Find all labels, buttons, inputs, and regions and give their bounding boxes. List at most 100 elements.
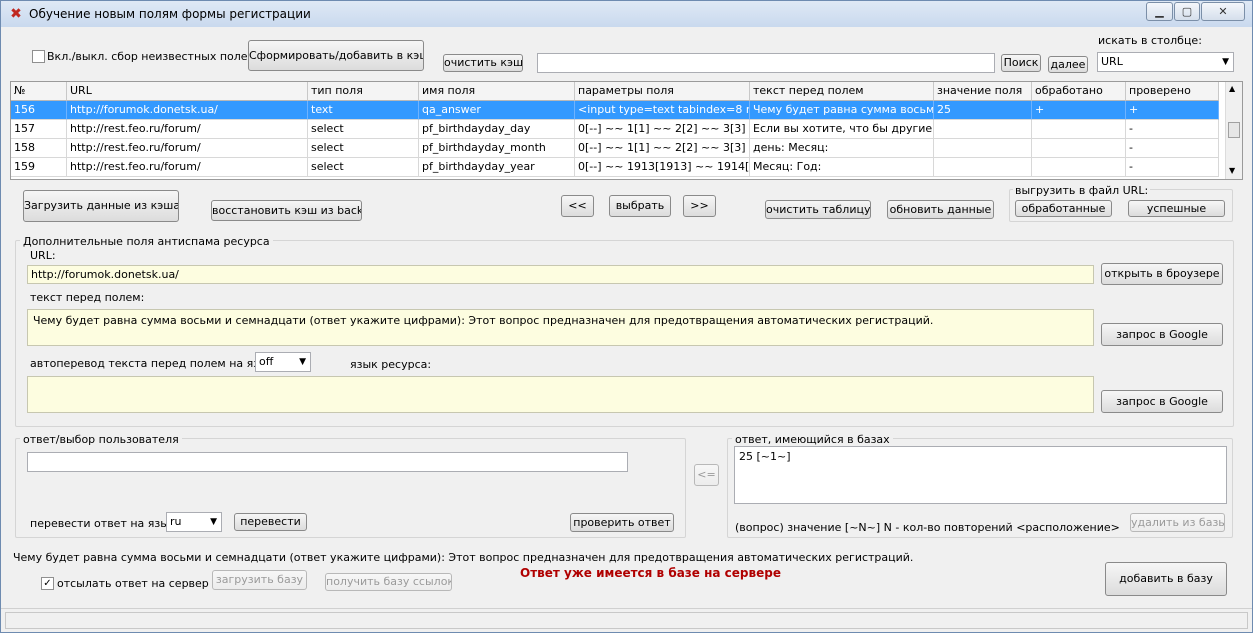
column-header[interactable]: обработано: [1032, 82, 1126, 101]
cell-processed: [1032, 120, 1126, 139]
export-processed-button[interactable]: обработанные: [1015, 200, 1112, 217]
export-group-label: выгрузить в файл URL:: [1013, 184, 1151, 197]
scroll-up-icon[interactable]: ▲: [1229, 84, 1235, 93]
resource-lang-field[interactable]: [27, 376, 1094, 413]
delete-from-db-button[interactable]: удалить из базы: [1130, 513, 1225, 532]
window-title: Обучение новым полям формы регистрации: [29, 7, 311, 21]
status-panel: [5, 612, 1248, 629]
table-header: № URL тип поля имя поля параметры поля т…: [11, 82, 1226, 101]
cell-text-before: Месяц: Год:: [750, 158, 934, 177]
table-row[interactable]: 156 http://forumok.donetsk.ua/ text qa_a…: [11, 101, 1226, 120]
cell-url: http://rest.feo.ru/forum/: [67, 158, 308, 177]
cell-url: http://forumok.donetsk.ua/: [67, 101, 308, 120]
column-header[interactable]: проверено: [1126, 82, 1219, 101]
cell-processed: [1032, 158, 1126, 177]
cell-type: select: [308, 120, 419, 139]
question-text: Чему будет равна сумма восьми и семнадца…: [13, 551, 914, 564]
cell-name: pf_birthdayday_day: [419, 120, 575, 139]
app-icon: ✖: [10, 6, 22, 22]
scroll-thumb[interactable]: [1228, 122, 1240, 138]
column-header[interactable]: URL: [67, 82, 308, 101]
search-column-value: URL: [1101, 55, 1123, 68]
cell-processed: [1032, 139, 1126, 158]
cell-params: <input type=text tabindex=8 name=: [575, 101, 750, 120]
google-query2-button[interactable]: запрос в Google: [1101, 390, 1223, 413]
column-header[interactable]: текст перед полем: [750, 82, 934, 101]
cell-params: 0[--] ~~ 1[1] ~~ 2[2] ~~ 3[3] ~~ 4: [575, 139, 750, 158]
url-field[interactable]: http://forumok.donetsk.ua/: [27, 265, 1094, 284]
minimize-button[interactable]: ▁: [1146, 2, 1173, 21]
add-to-db-button[interactable]: добавить в базу: [1105, 562, 1227, 596]
text-before-label: текст перед полем:: [30, 291, 145, 304]
status-message: Ответ уже имеется в базе на сервере: [520, 566, 781, 580]
column-header[interactable]: №: [11, 82, 67, 101]
cell-params: 0[--] ~~ 1[1] ~~ 2[2] ~~ 3[3] ~~ 4: [575, 120, 750, 139]
get-links-db-button[interactable]: получить базу ссылок: [325, 573, 452, 591]
text-before-field[interactable]: Чему будет равна сумма восьми и семнадца…: [27, 309, 1094, 346]
cell-text-before: Чему будет равна сумма восьми и с: [750, 101, 934, 120]
chevron-down-icon: ▼: [299, 357, 306, 367]
user-answer-input[interactable]: [27, 452, 628, 472]
autotranslate-value: off: [259, 355, 274, 368]
scroll-down-icon[interactable]: ▼: [1229, 166, 1235, 175]
translate-lang-value: ru: [170, 515, 182, 528]
toggle-unknown-checkbox[interactable]: [32, 50, 45, 63]
check-answer-button[interactable]: проверить ответ: [570, 513, 674, 532]
chevron-down-icon: ▼: [210, 517, 217, 527]
title-bar: ✖ Обучение новым полям формы регистрации…: [1, 1, 1252, 27]
send-answer-checkbox[interactable]: ✓: [41, 577, 54, 590]
next-page-button[interactable]: >>: [683, 195, 716, 217]
db-answer-group-label: ответ, имеющийся в базах: [732, 433, 893, 446]
cell-value: 25: [934, 101, 1032, 120]
column-header[interactable]: значение поля: [934, 82, 1032, 101]
search-input[interactable]: [537, 53, 995, 73]
open-browser-button[interactable]: открыть в броузере: [1101, 263, 1223, 285]
cell-checked: -: [1126, 120, 1219, 139]
antispam-group-label: Дополнительные поля антиспама ресурса: [20, 235, 273, 248]
column-header[interactable]: тип поля: [308, 82, 419, 101]
prev-page-button[interactable]: <<: [561, 195, 594, 217]
db-answer-list[interactable]: 25 [~1~]: [734, 446, 1227, 504]
maximize-button[interactable]: ▢: [1174, 2, 1200, 21]
close-button[interactable]: ✕: [1201, 2, 1245, 21]
clear-cache-button[interactable]: очистить кэш: [443, 54, 523, 72]
column-header[interactable]: имя поля: [419, 82, 575, 101]
restore-backup-button[interactable]: восстановить кэш из backup: [211, 200, 362, 221]
fields-table: № URL тип поля имя поля параметры поля т…: [10, 81, 1243, 180]
autotranslate-select[interactable]: off ▼: [255, 352, 311, 372]
select-button[interactable]: выбрать: [609, 195, 671, 217]
table-row[interactable]: 158 http://rest.feo.ru/forum/ select pf_…: [11, 139, 1226, 158]
table-row[interactable]: 157 http://rest.feo.ru/forum/ select pf_…: [11, 120, 1226, 139]
copy-answer-button[interactable]: <=: [694, 464, 719, 486]
table-row[interactable]: 159 http://rest.feo.ru/forum/ select pf_…: [11, 158, 1226, 177]
send-answer-label: отсылать ответ на сервер: [57, 577, 209, 590]
cell-num: 156: [11, 101, 67, 120]
google-query-button[interactable]: запрос в Google: [1101, 323, 1223, 346]
cell-type: text: [308, 101, 419, 120]
build-cache-button[interactable]: Сформировать/добавить в кэш: [248, 40, 424, 71]
translate-button[interactable]: перевести: [234, 513, 307, 531]
cell-checked: +: [1126, 101, 1219, 120]
search-button[interactable]: Поиск: [1001, 54, 1041, 72]
search-column-label: искать в столбце:: [1098, 34, 1202, 47]
column-header[interactable]: параметры поля: [575, 82, 750, 101]
cell-checked: -: [1126, 158, 1219, 177]
clear-table-button[interactable]: очистить таблицу: [765, 200, 871, 219]
cell-checked: -: [1126, 139, 1219, 158]
refresh-data-button[interactable]: обновить данные: [887, 200, 994, 219]
load-db-button[interactable]: загрузить базу: [212, 570, 307, 590]
cell-type: select: [308, 139, 419, 158]
cell-num: 158: [11, 139, 67, 158]
search-column-select[interactable]: URL ▼: [1097, 52, 1234, 72]
cell-name: pf_birthdayday_year: [419, 158, 575, 177]
cell-name: pf_birthdayday_month: [419, 139, 575, 158]
export-success-button[interactable]: успешные: [1128, 200, 1225, 217]
search-next-button[interactable]: далее: [1048, 56, 1088, 73]
user-answer-group-label: ответ/выбор пользователя: [20, 433, 182, 446]
table-scrollbar[interactable]: ▲ ▼: [1225, 82, 1242, 179]
load-cache-button[interactable]: Загрузить данные из кэша: [23, 190, 179, 222]
cell-num: 159: [11, 158, 67, 177]
cell-type: select: [308, 158, 419, 177]
translate-lang-select[interactable]: ru ▼: [166, 512, 222, 532]
cell-value: [934, 139, 1032, 158]
